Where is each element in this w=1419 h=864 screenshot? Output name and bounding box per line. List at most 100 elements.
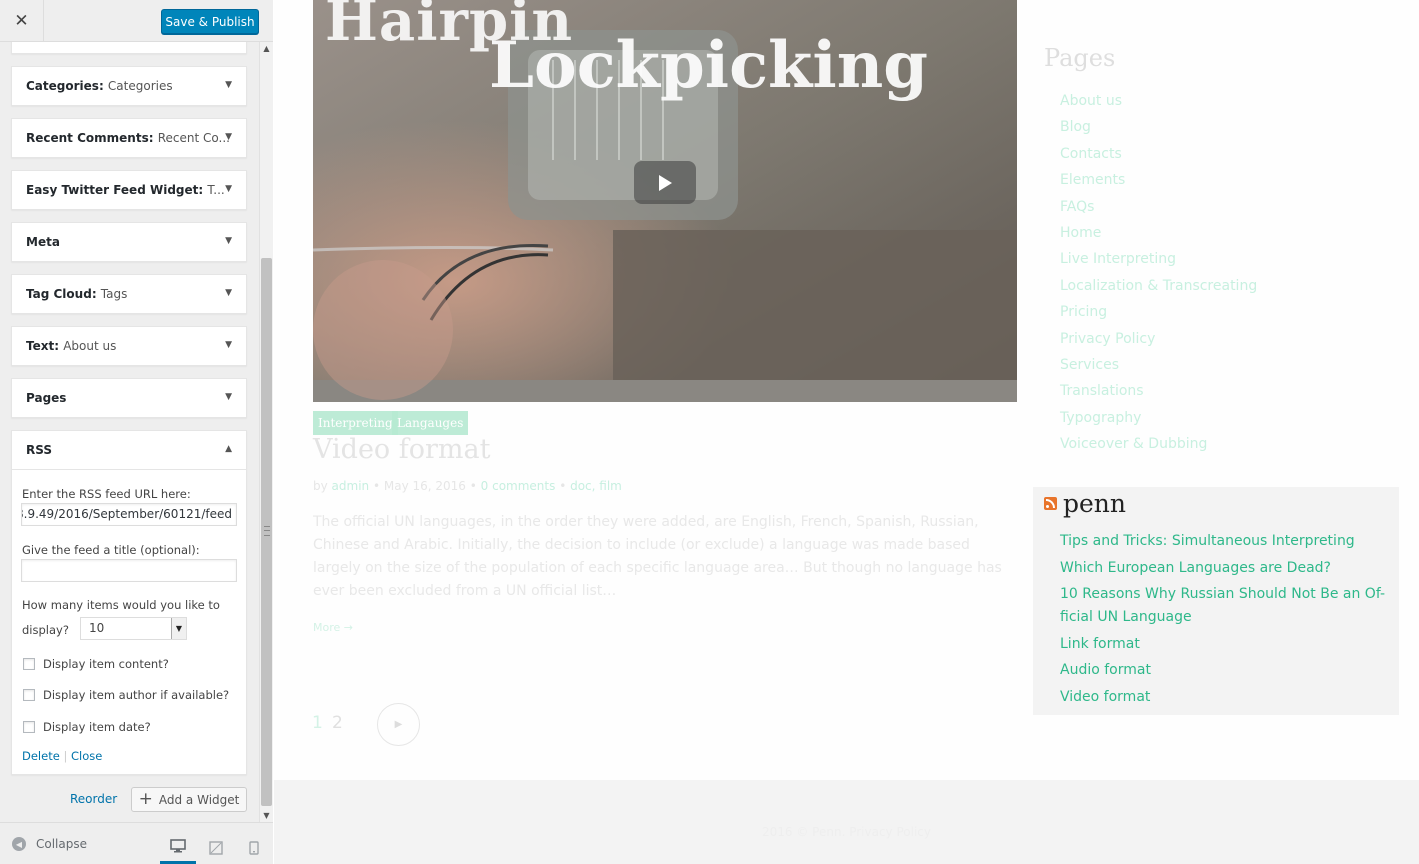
more-link[interactable]: More → bbox=[313, 621, 353, 634]
video-embed[interactable]: Hairpin Lockpicking bbox=[313, 0, 1017, 402]
close-customizer-button[interactable]: ✕ bbox=[0, 0, 44, 42]
desktop-preview-button[interactable] bbox=[160, 831, 196, 864]
widget-header[interactable]: Text: About us ▼ bbox=[12, 327, 246, 365]
rss-url-input[interactable]: ...8.9.49/2016/September/60121/feed bbox=[21, 503, 237, 526]
meta-by: by bbox=[313, 479, 332, 493]
site-preview: Hairpin Lockpicking Interpreting Langaug… bbox=[274, 0, 1419, 864]
rss-feed-icon[interactable] bbox=[1044, 497, 1057, 510]
page-link[interactable]: Translations bbox=[1060, 378, 1257, 404]
page-link[interactable]: Live Interpreting bbox=[1060, 246, 1257, 272]
chevron-down-icon[interactable]: ▼ bbox=[171, 618, 186, 639]
post-tag[interactable]: Interpreting bbox=[313, 411, 398, 435]
rss-widget-title[interactable]: penn bbox=[1063, 489, 1126, 518]
rss-count-select[interactable]: 10 ▼ bbox=[80, 617, 187, 640]
page-link[interactable]: Elements bbox=[1060, 167, 1257, 193]
plus-icon: + bbox=[138, 789, 153, 809]
widget-tag-cloud[interactable]: Tag Cloud: Tags ▼ bbox=[11, 274, 247, 314]
scroll-up-icon[interactable]: ▲ bbox=[260, 44, 273, 53]
scroll-down-icon[interactable]: ▼ bbox=[260, 811, 273, 820]
widget-header[interactable]: Recent Comments: Recent Co... ▼ bbox=[12, 119, 246, 157]
page-link[interactable]: Privacy Policy bbox=[1060, 326, 1257, 352]
post-tag[interactable]: Langauges bbox=[392, 411, 469, 435]
page-link[interactable]: Services bbox=[1060, 352, 1257, 378]
page-link[interactable]: Localization & Transcreating bbox=[1060, 273, 1257, 299]
widget-twitter-feed[interactable]: Easy Twitter Feed Widget: T... ▼ bbox=[11, 170, 247, 210]
rss-widget-form: Enter the RSS feed URL here: ...8.9.49/2… bbox=[12, 469, 246, 774]
widget-pages[interactable]: Pages ▼ bbox=[11, 378, 247, 418]
close-widget-link[interactable]: Close bbox=[71, 749, 102, 763]
page-link[interactable]: Home bbox=[1060, 220, 1257, 246]
rss-item-link[interactable]: Link format bbox=[1060, 633, 1388, 656]
chevron-down-icon[interactable]: ▼ bbox=[225, 184, 232, 194]
pagination-current: 1 bbox=[312, 713, 323, 733]
widget-header[interactable]: RSS ▲ bbox=[12, 431, 246, 469]
mobile-preview-button[interactable] bbox=[236, 831, 272, 864]
post-title[interactable]: Video format bbox=[313, 434, 490, 465]
rss-item-link[interactable]: 10 Reasons Why Russian Should Not Be an … bbox=[1060, 583, 1388, 629]
display-content-checkbox[interactable] bbox=[23, 658, 35, 670]
widget-categories[interactable]: Categories: Categories ▼ bbox=[11, 66, 247, 106]
chevron-down-icon[interactable]: ▼ bbox=[225, 288, 232, 298]
sidebar-scrollbar[interactable]: ▲ ▼ bbox=[259, 42, 273, 822]
collapse-button[interactable]: ◀ Collapse bbox=[12, 837, 87, 851]
rss-widget-preview: penn Tips and Tricks: Simultaneous Inter… bbox=[1033, 487, 1399, 715]
rss-title-input[interactable] bbox=[21, 559, 237, 582]
close-icon: ✕ bbox=[14, 11, 29, 31]
post-excerpt: The official UN languages, in the order … bbox=[313, 514, 1002, 599]
rss-item-link[interactable]: Tips and Tricks: Simultaneous Interpreti… bbox=[1060, 530, 1388, 553]
chevron-down-icon[interactable]: ▼ bbox=[225, 132, 232, 142]
page-link[interactable]: FAQs bbox=[1060, 194, 1257, 220]
widget-meta[interactable]: Meta ▼ bbox=[11, 222, 247, 262]
chevron-down-icon[interactable]: ▼ bbox=[225, 236, 232, 246]
display-content-label: Display item content? bbox=[43, 657, 169, 671]
page-link[interactable]: Blog bbox=[1060, 114, 1257, 140]
pagination-page[interactable]: 2 bbox=[332, 713, 343, 733]
reorder-link[interactable]: Reorder bbox=[70, 792, 117, 806]
rss-item-link[interactable]: Audio format bbox=[1060, 659, 1388, 682]
tablet-preview-button[interactable] bbox=[198, 831, 234, 864]
widget-title: Tag Cloud: Tags bbox=[26, 287, 128, 301]
rss-item-link[interactable]: Which European Languages are Dead? bbox=[1060, 557, 1388, 580]
widget-title: Pages bbox=[26, 391, 67, 405]
grip-icon bbox=[264, 526, 270, 536]
rss-count-label-2: display? bbox=[22, 623, 69, 637]
page-link[interactable]: Typography bbox=[1060, 405, 1257, 431]
rss-items-list: Tips and Tricks: Simultaneous Interpreti… bbox=[1060, 530, 1388, 712]
collapse-icon: ◀ bbox=[12, 837, 26, 851]
rss-item-link[interactable]: Video format bbox=[1060, 686, 1388, 709]
play-button[interactable] bbox=[634, 161, 696, 204]
display-author-label: Display item author if available? bbox=[43, 688, 230, 702]
chevron-down-icon[interactable]: ▼ bbox=[225, 80, 232, 90]
chevron-up-icon[interactable]: ▲ bbox=[225, 444, 232, 454]
display-date-checkbox[interactable] bbox=[23, 721, 35, 733]
pagination-next-button[interactable]: ▶ bbox=[377, 703, 420, 746]
delete-widget-link[interactable]: Delete bbox=[22, 749, 60, 763]
widget-header[interactable]: Pages ▼ bbox=[12, 379, 246, 417]
video-title-line-2: Lockpicking bbox=[489, 28, 928, 103]
display-author-checkbox[interactable] bbox=[23, 689, 35, 701]
widget-title: RSS bbox=[26, 443, 52, 457]
meta-comments-link[interactable]: 0 comments bbox=[481, 479, 556, 493]
rss-count-value: 10 bbox=[89, 621, 105, 635]
footer-text: 2016 © Penn. Privacy Policy bbox=[762, 825, 931, 839]
page-link[interactable]: Voiceover & Dubbing bbox=[1060, 431, 1257, 457]
widget-header[interactable]: Easy Twitter Feed Widget: T... ▼ bbox=[12, 171, 246, 209]
meta-sep: • bbox=[555, 479, 571, 493]
add-widget-button[interactable]: + Add a Widget bbox=[131, 787, 247, 812]
widget-header[interactable]: Categories: Categories ▼ bbox=[12, 67, 246, 105]
chevron-down-icon[interactable]: ▼ bbox=[225, 340, 232, 350]
save-publish-button[interactable]: Save & Publish bbox=[161, 9, 259, 34]
page-link[interactable]: Contacts bbox=[1060, 141, 1257, 167]
customizer-footer: ◀ Collapse bbox=[0, 822, 273, 864]
widget-text[interactable]: Text: About us ▼ bbox=[11, 326, 247, 366]
scrollbar-thumb[interactable] bbox=[261, 258, 272, 806]
page-link[interactable]: Pricing bbox=[1060, 299, 1257, 325]
desktop-icon bbox=[170, 839, 186, 853]
meta-categories-link[interactable]: doc, film bbox=[570, 479, 622, 493]
widget-header[interactable]: Tag Cloud: Tags ▼ bbox=[12, 275, 246, 313]
meta-author-link[interactable]: admin bbox=[332, 479, 370, 493]
widget-recent-comments[interactable]: Recent Comments: Recent Co... ▼ bbox=[11, 118, 247, 158]
page-link[interactable]: About us bbox=[1060, 88, 1257, 114]
widget-header[interactable]: Meta ▼ bbox=[12, 223, 246, 261]
chevron-down-icon[interactable]: ▼ bbox=[225, 392, 232, 402]
